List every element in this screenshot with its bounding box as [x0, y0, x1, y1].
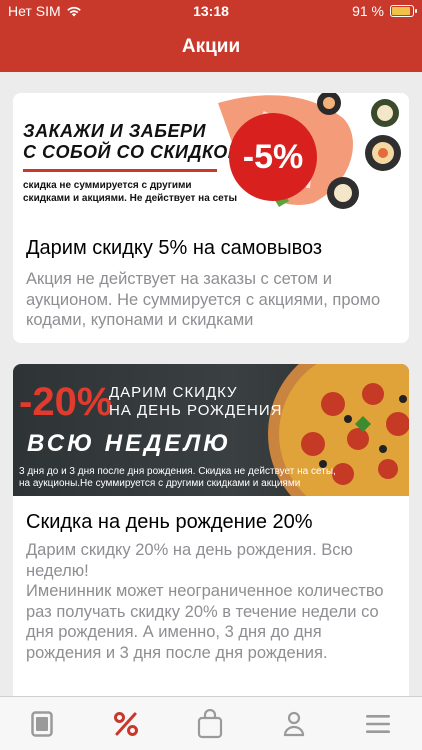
page-title: Акции [181, 36, 241, 57]
promo-title: Дарим скидку 5% на самовывоз [26, 237, 323, 259]
tab-menu[interactable] [0, 697, 84, 750]
promo-title: Скидка на день рождение 20% [26, 511, 313, 533]
tab-cart[interactable] [168, 697, 252, 750]
banner-headline: ДАРИМ СКИДКУ НА ДЕНЬ РОЖДЕНИЯ [109, 384, 283, 419]
battery-icon [390, 5, 417, 17]
status-bar: Нет SIM 13:18 91 % [0, 0, 422, 22]
promo-list[interactable]: ЗАКАЖИ И ЗАБЕРИ С СОБОЙ СО СКИДКОЙ скидк… [0, 72, 422, 696]
banner-percent: -20% [19, 380, 113, 424]
promo-banner: ЗАКАЖИ И ЗАБЕРИ С СОБОЙ СО СКИДКОЙ скидк… [13, 93, 409, 213]
banner-underline [23, 169, 217, 172]
tab-promotions[interactable] [84, 697, 168, 750]
banner-subheadline: ВСЮ НЕДЕЛЮ [27, 430, 232, 457]
nav-bar: Акции [0, 22, 422, 72]
promo-description: Дарим скидку 20% на день рождения. Всю н… [26, 541, 384, 662]
bag-icon [197, 709, 223, 739]
tab-bar [0, 696, 422, 750]
menu-book-icon [31, 711, 53, 737]
promo-card[interactable]: ЗАКАЖИ И ЗАБЕРИ С СОБОЙ СО СКИДКОЙ скидк… [13, 93, 409, 343]
promo-card[interactable]: -20% ДАРИМ СКИДКУ НА ДЕНЬ РОЖДЕНИЯ ВСЮ Н… [13, 364, 409, 696]
hamburger-icon [366, 715, 390, 733]
banner-note: 3 дня до и 3 дня после дня рождения. Ски… [19, 466, 336, 489]
tab-profile[interactable] [252, 697, 336, 750]
banner-headline: ЗАКАЖИ И ЗАБЕРИ С СОБОЙ СО СКИДКОЙ [23, 121, 242, 162]
banner-note: скидка не суммируется с другими скидками… [23, 180, 237, 204]
discount-badge: -5% [229, 113, 317, 201]
tab-more[interactable] [336, 697, 420, 750]
promo-description: Акция не действует на заказы с сетом и а… [26, 270, 381, 329]
profile-icon [283, 711, 305, 737]
battery-percent: 91 % [352, 3, 384, 19]
percent-icon [114, 712, 138, 736]
battery-info: 91 % [352, 3, 417, 19]
promo-banner: -20% ДАРИМ СКИДКУ НА ДЕНЬ РОЖДЕНИЯ ВСЮ Н… [13, 364, 409, 496]
